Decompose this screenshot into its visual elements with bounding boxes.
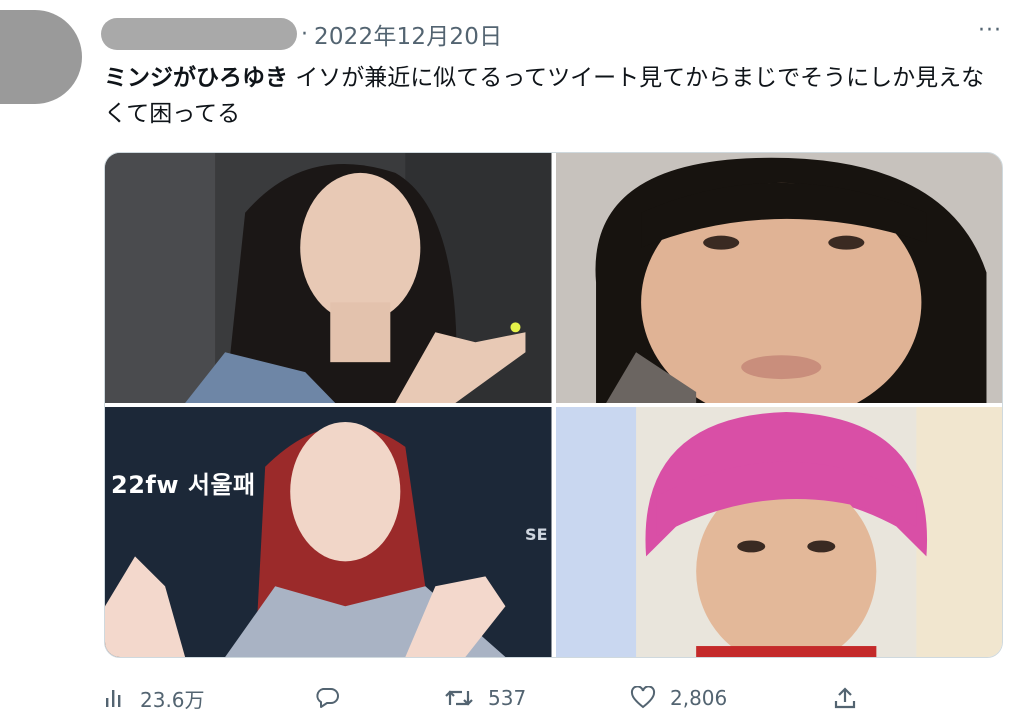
action-bar: 23.6万 537 2,806 — [104, 680, 984, 716]
retweet-icon — [445, 690, 473, 706]
tweet-date[interactable]: 2022年12月20日 — [314, 17, 502, 51]
views-count: 23.6万 — [140, 687, 205, 712]
photo-1-image — [105, 153, 552, 403]
photo-partial-text: SE — [525, 525, 548, 544]
like-button[interactable]: 2,806 — [630, 686, 834, 710]
photo-4-image — [555, 407, 1002, 657]
header-separator: · — [301, 21, 308, 47]
photo-2-image — [555, 153, 1002, 403]
avatar[interactable] — [0, 10, 82, 104]
views-button[interactable]: 23.6万 — [104, 684, 314, 713]
photo-1[interactable] — [105, 153, 552, 403]
photo-4[interactable] — [555, 407, 1002, 657]
reply-icon — [316, 688, 339, 708]
more-icon[interactable]: ··· — [978, 18, 1002, 43]
photo-3-image — [105, 407, 552, 657]
photo-caption: 22fw 서울패 — [111, 471, 256, 499]
photo-3[interactable]: 22fw 서울패 SE — [105, 407, 552, 657]
share-icon — [834, 687, 856, 709]
like-count: 2,806 — [670, 686, 728, 710]
retweet-button[interactable]: 537 — [444, 686, 630, 710]
tweet-text: ミンジがひろゆき イソが兼近に似てるってツイート見てからまじでそうにしか見えなく… — [104, 60, 1004, 132]
photo-2[interactable] — [555, 153, 1002, 403]
like-icon — [630, 686, 656, 709]
reply-button[interactable] — [314, 686, 444, 710]
tweet-header: · 2022年12月20日 — [101, 14, 502, 54]
share-button[interactable] — [834, 686, 856, 710]
views-icon — [106, 690, 121, 707]
redacted-username[interactable] — [101, 18, 297, 50]
tweet-text-bold: ミンジがひろゆき — [104, 65, 288, 91]
retweet-count: 537 — [488, 686, 527, 710]
media-grid: 22fw 서울패 SE — [104, 152, 1003, 658]
